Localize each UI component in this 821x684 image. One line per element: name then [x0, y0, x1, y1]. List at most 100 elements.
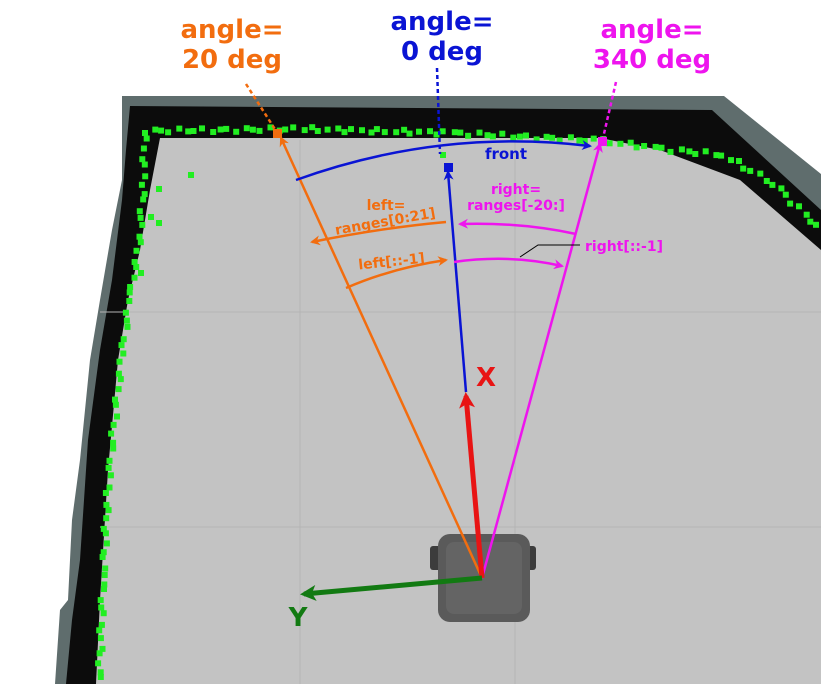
- scan-point: [590, 135, 597, 142]
- scan-point: [243, 125, 250, 132]
- scan-point: [116, 358, 123, 365]
- scan-point: [489, 133, 496, 140]
- scan-point: [120, 350, 127, 357]
- scan-point: [98, 621, 105, 628]
- scan-point: [139, 156, 146, 163]
- scan-point: [139, 221, 146, 228]
- scan-point: [127, 284, 134, 290]
- scan-point: [136, 233, 143, 240]
- scan-point: [210, 129, 217, 135]
- angle-left-label-line2: 20 deg: [182, 45, 282, 75]
- scan-point: [543, 133, 550, 140]
- scan-point: [282, 126, 289, 133]
- scan-point: [156, 220, 162, 226]
- scan-point: [110, 421, 117, 428]
- scan-point: [686, 148, 693, 155]
- scan-point: [633, 144, 640, 151]
- scan-point: [138, 181, 145, 188]
- scan-point: [803, 211, 810, 218]
- angle-right-label-line1: angle=: [601, 15, 704, 45]
- scan-point: [185, 128, 192, 135]
- scan-point: [103, 515, 110, 522]
- lidar-diagram: angle= 20 deg angle= 0 deg angle= 340 de…: [55, 7, 821, 684]
- scan-point: [718, 152, 725, 159]
- scan-point: [465, 132, 472, 139]
- scan-point: [122, 309, 129, 316]
- left-point-marker: [273, 129, 282, 138]
- scan-point: [368, 129, 375, 136]
- angle-left-label-line1: angle=: [181, 15, 284, 45]
- scan-point: [117, 376, 124, 383]
- scan-point: [567, 134, 574, 141]
- scan-point: [131, 274, 138, 281]
- scan-point: [778, 185, 785, 192]
- scan-point: [142, 130, 148, 136]
- scan-point: [427, 128, 433, 135]
- scan-point: [782, 191, 789, 198]
- scan-point: [324, 126, 331, 133]
- scan-point: [457, 129, 464, 136]
- scan-point: [114, 413, 120, 420]
- scan-point: [223, 125, 230, 132]
- angle-right-label-line2: 340 deg: [593, 45, 711, 75]
- scan-point: [126, 289, 133, 296]
- scan-point: [97, 674, 104, 680]
- scan-point: [106, 484, 113, 491]
- scan-point: [101, 572, 108, 578]
- scan-point: [96, 650, 103, 657]
- scan-point: [120, 336, 127, 343]
- scan-point: [667, 148, 674, 155]
- scan-point: [641, 143, 648, 149]
- scan-point: [439, 128, 446, 135]
- scan-point: [133, 247, 140, 254]
- scan-point: [95, 660, 102, 667]
- scan-point: [476, 129, 483, 136]
- scan-point: [107, 472, 114, 479]
- scan-point: [110, 445, 117, 452]
- scan-point: [740, 165, 747, 172]
- scan-point: [156, 186, 162, 192]
- scan-point: [101, 586, 107, 592]
- scan-point: [652, 143, 659, 150]
- scan-point: [110, 439, 117, 446]
- scan-point: [807, 218, 814, 225]
- scan-point: [510, 134, 517, 141]
- scan-point: [301, 127, 308, 134]
- scan-point: [102, 530, 109, 537]
- scan-point: [158, 127, 165, 134]
- scan-point: [373, 126, 380, 133]
- scan-point: [112, 401, 119, 408]
- scan-point: [137, 239, 144, 246]
- scan-point: [199, 125, 205, 132]
- scan-point: [763, 178, 770, 184]
- scan-point: [148, 214, 154, 220]
- scan-point: [126, 298, 133, 304]
- scan-point: [102, 490, 109, 496]
- right-point-marker: [598, 137, 607, 146]
- scan-point: [97, 597, 104, 604]
- scan-point: [190, 128, 197, 134]
- scan-point: [165, 129, 172, 136]
- scan-point: [406, 130, 413, 137]
- scan-point: [787, 200, 794, 207]
- front-label: front: [485, 145, 527, 163]
- scan-point: [102, 565, 109, 572]
- scan-point: [96, 627, 103, 634]
- scan-point: [123, 317, 130, 324]
- scan-point: [100, 610, 107, 617]
- scan-point: [341, 129, 348, 136]
- scan-point: [728, 157, 734, 164]
- scan-point: [256, 127, 263, 134]
- scan-point: [290, 124, 297, 131]
- x-axis-label: X: [476, 363, 496, 393]
- scan-point: [103, 501, 110, 508]
- scan-point: [348, 126, 354, 133]
- scan-point: [152, 126, 159, 133]
- scan-point: [499, 130, 506, 137]
- scan-point: [136, 208, 143, 215]
- scan-point: [516, 133, 523, 140]
- scan-point: [141, 161, 148, 168]
- scan-point: [133, 264, 140, 270]
- scan-point: [138, 270, 144, 276]
- scan-point: [484, 132, 491, 139]
